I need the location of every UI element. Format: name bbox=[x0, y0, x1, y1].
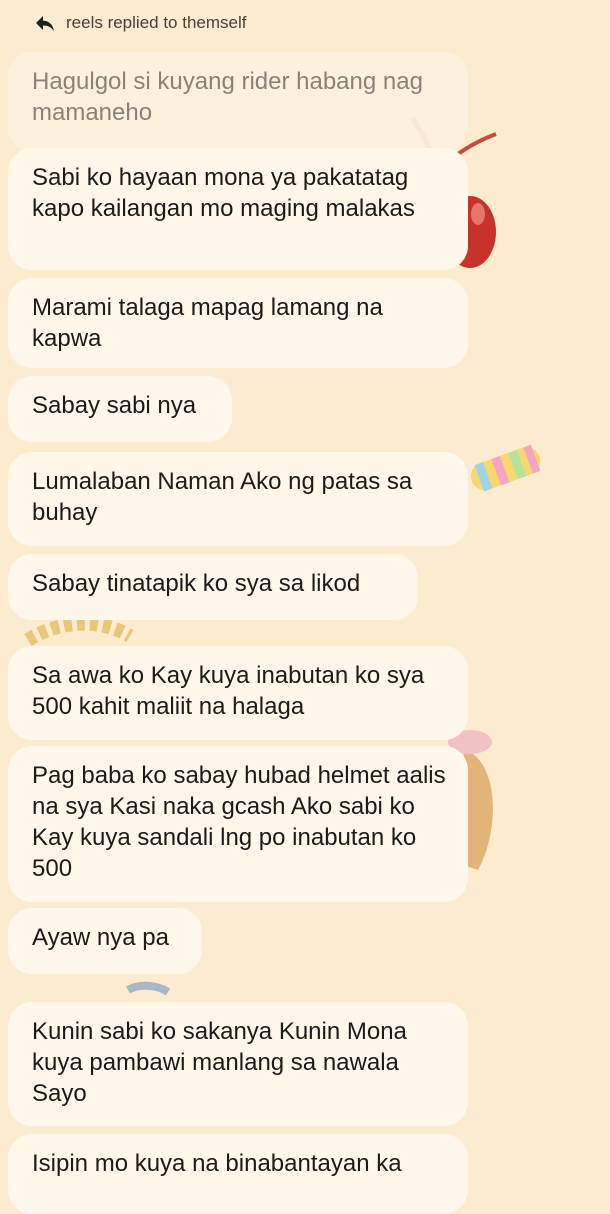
message-text: Sabay tinatapik ko sya sa likod bbox=[32, 570, 361, 597]
candy-twist-icon bbox=[470, 444, 541, 492]
message-text: Sabi ko hayaan mona ya pakatatag kapo ka… bbox=[32, 164, 415, 222]
message-bubble[interactable]: Ayaw nya pa bbox=[8, 908, 202, 974]
message-text: Sabay sabi nya bbox=[32, 392, 197, 419]
message-bubble[interactable]: Marami talaga mapag lamang na kapwa bbox=[8, 278, 468, 368]
reply-header: reels replied to themself bbox=[34, 10, 246, 36]
quoted-message-bubble[interactable]: Hagulgol si kuyang rider habang nag mama… bbox=[8, 52, 468, 152]
message-bubble[interactable]: Pag baba ko sabay hubad helmet aalis na … bbox=[8, 746, 468, 902]
candy-necklace-icon bbox=[24, 616, 134, 647]
message-text: Pag baba ko sabay hubad helmet aalis na … bbox=[32, 762, 446, 882]
message-text: Ayaw nya pa bbox=[32, 924, 169, 951]
message-bubble[interactable]: Kunin sabi ko sakanya Kunin Mona kuya pa… bbox=[8, 1002, 468, 1126]
message-bubble[interactable]: Sabi ko hayaan mona ya pakatatag kapo ka… bbox=[8, 148, 468, 270]
quoted-message-text: Hagulgol si kuyang rider habang nag mama… bbox=[32, 68, 423, 126]
reply-arrow-icon bbox=[36, 16, 54, 31]
message-text: Marami talaga mapag lamang na kapwa bbox=[32, 294, 383, 352]
message-bubble[interactable]: Sa awa ko Kay kuya inabutan ko sya 500 k… bbox=[8, 646, 468, 740]
message-text: Sa awa ko Kay kuya inabutan ko sya 500 k… bbox=[32, 662, 425, 720]
message-bubble[interactable]: Sabay tinatapik ko sya sa likod bbox=[8, 554, 418, 620]
reply-header-text: reels replied to themself bbox=[66, 13, 247, 32]
message-text: Lumalaban Naman Ako ng patas sa buhay bbox=[32, 468, 413, 526]
message-bubble[interactable]: Sabay sabi nya bbox=[8, 376, 232, 442]
message-bubble[interactable]: Isipin mo kuya na binabantayan ka bbox=[8, 1134, 468, 1214]
message-text: Isipin mo kuya na binabantayan ka bbox=[32, 1150, 402, 1177]
cup-icon bbox=[125, 981, 171, 996]
message-text: Kunin sabi ko sakanya Kunin Mona kuya pa… bbox=[32, 1018, 407, 1107]
message-bubble[interactable]: Lumalaban Naman Ako ng patas sa buhay bbox=[8, 452, 468, 546]
